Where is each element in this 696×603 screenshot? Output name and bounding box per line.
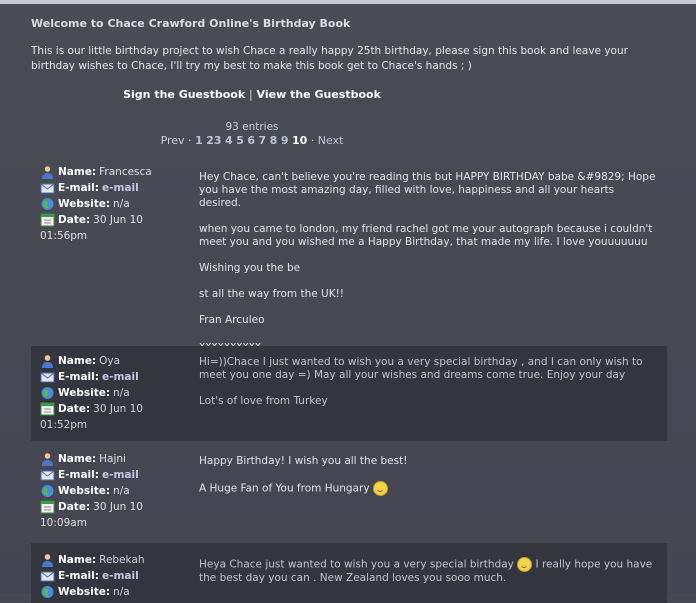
message-paragraph: Heya Chace just wanted to wish you a ver… xyxy=(199,557,659,585)
name-label: Name: xyxy=(58,453,97,465)
entries-count: 93 entries xyxy=(225,121,279,133)
entry-email-link[interactable]: e-mail xyxy=(102,568,139,584)
globe-icon xyxy=(41,485,54,497)
email-icon xyxy=(40,470,55,481)
guestbook-entry: Name: Hajni E-mail: e-mail Website: n/a Dat… xyxy=(31,447,667,539)
website-label: Website: xyxy=(58,387,111,399)
page-link-2[interactable]: 2 xyxy=(206,134,214,147)
date-label: Date: xyxy=(58,501,91,513)
guestbook-page: Welcome to Chace Crawford Online's Birth… xyxy=(0,4,696,603)
next-link[interactable]: Next xyxy=(318,134,344,147)
page-link-8[interactable]: 8 xyxy=(270,134,278,147)
message-paragraph: Happy Birthday! I wish you all the best! xyxy=(199,455,408,467)
pager-dot: · xyxy=(310,134,315,147)
message-paragraph: Wishing you the be xyxy=(199,262,301,274)
intro-text: This is our little birthday project to w… xyxy=(31,45,628,72)
message-paragraph: Lot's of love from Turkey xyxy=(199,395,328,407)
entry-date: 30 Jun 10 xyxy=(93,403,143,415)
entry-email-link[interactable]: e-mail xyxy=(102,180,139,196)
entry-time: 01:52pm xyxy=(40,419,88,431)
website-label: Website: xyxy=(58,198,111,210)
email-icon xyxy=(40,571,55,582)
email-label: E-mail: xyxy=(58,371,99,383)
email-label: E-mail: xyxy=(58,570,99,582)
smiley-icon xyxy=(517,557,533,572)
website-label: Website: xyxy=(58,586,111,598)
website-label: Website: xyxy=(58,485,111,497)
pagination: Prev · 1 23 4 5 6 7 8 9 10 · Next xyxy=(0,134,504,147)
page-link-7[interactable]: 7 xyxy=(259,134,267,147)
entry-meta: Name: Francesca E-mail: e-mail Website: n/a… xyxy=(40,164,190,244)
entry-name: Rebekah xyxy=(99,554,145,566)
link-separator: | xyxy=(248,88,253,101)
message-paragraph: st all the way from the UK!! xyxy=(199,288,345,300)
user-icon xyxy=(42,165,53,179)
entry-website: n/a xyxy=(113,586,130,598)
page-link-3[interactable]: 3 xyxy=(214,134,222,147)
page-link-4[interactable]: 4 xyxy=(225,134,233,147)
entry-email-link[interactable]: e-mail xyxy=(102,467,139,483)
date-label: Date: xyxy=(58,214,91,226)
entry-website: n/a xyxy=(113,387,130,399)
page-link-5[interactable]: 5 xyxy=(236,134,244,147)
entry-meta: Name: Oya E-mail: e-mail Website: n/a Date:… xyxy=(40,353,190,433)
guestbook-entry: Name: Oya E-mail: e-mail Website: n/a Date:… xyxy=(31,346,667,441)
guestbook-links: Sign the Guestbook | View the Guestbook xyxy=(0,88,504,101)
page-link-6[interactable]: 6 xyxy=(247,134,255,147)
name-label: Name: xyxy=(58,355,97,367)
name-label: Name: xyxy=(58,166,97,178)
entry-time: 10:09am xyxy=(40,517,87,529)
entry-meta: Name: Hajni E-mail: e-mail Website: n/a Dat… xyxy=(40,451,190,531)
prev-link: Prev · xyxy=(160,134,192,147)
entry-message: Happy Birthday! I wish you all the best!… xyxy=(199,455,659,509)
smiley-icon xyxy=(372,481,388,496)
entry-name: Oya xyxy=(99,355,121,367)
entry-website: n/a xyxy=(113,485,130,497)
calendar-icon xyxy=(40,500,55,514)
entry-message: Hi=))Chace I just wanted to wish you a v… xyxy=(199,356,659,421)
user-icon xyxy=(42,354,53,368)
email-icon xyxy=(40,183,55,194)
user-icon xyxy=(42,553,53,567)
message-paragraph: Fran Arculeo xyxy=(199,314,265,326)
message-text: Heya Chace just wanted to wish you a ver… xyxy=(199,558,514,571)
entry-website: n/a xyxy=(113,198,130,210)
user-icon xyxy=(42,452,53,466)
guestbook-entry: Name: Francesca E-mail: e-mail Website: n/a… xyxy=(31,164,667,352)
entry-date: 30 Jun 10 xyxy=(93,501,143,513)
entry-message: Heya Chace just wanted to wish you a ver… xyxy=(199,557,659,598)
guestbook-entry: Name: Rebekah E-mail: e-mail Website: n/a H… xyxy=(31,543,667,603)
message-paragraph: Hi=))Chace I just wanted to wish you a v… xyxy=(199,356,643,381)
globe-icon xyxy=(41,387,54,399)
message-paragraph: Hey Chace, can't believe you're reading … xyxy=(199,171,656,209)
view-guestbook-link[interactable]: View the Guestbook xyxy=(257,88,381,101)
page-link-1[interactable]: 1 xyxy=(195,134,203,147)
email-icon xyxy=(40,372,55,383)
entry-name: Francesca xyxy=(99,166,152,178)
page-title: Welcome to Chace Crawford Online's Birth… xyxy=(31,17,351,30)
sign-guestbook-link[interactable]: Sign the Guestbook xyxy=(123,88,245,101)
entry-name: Hajni xyxy=(99,453,126,465)
message-paragraph: A Huge Fan of You from Hungary xyxy=(199,481,659,496)
name-label: Name: xyxy=(58,554,97,566)
email-label: E-mail: xyxy=(58,469,99,481)
entry-email-link[interactable]: e-mail xyxy=(102,369,139,385)
date-label: Date: xyxy=(58,403,91,415)
email-label: E-mail: xyxy=(58,182,99,194)
globe-icon xyxy=(41,198,54,210)
page-link-9[interactable]: 9 xyxy=(281,134,289,147)
globe-icon xyxy=(41,586,54,598)
message-text: A Huge Fan of You from Hungary xyxy=(199,482,370,495)
calendar-icon xyxy=(40,213,55,227)
calendar-icon xyxy=(40,402,55,416)
message-paragraph: when you came to london, my friend rache… xyxy=(199,223,653,248)
entry-date: 30 Jun 10 xyxy=(93,214,143,226)
current-page: 10 xyxy=(291,134,308,147)
entry-message: Hey Chace, can't believe you're reading … xyxy=(199,171,659,366)
entry-time: 01:56pm xyxy=(40,230,88,242)
